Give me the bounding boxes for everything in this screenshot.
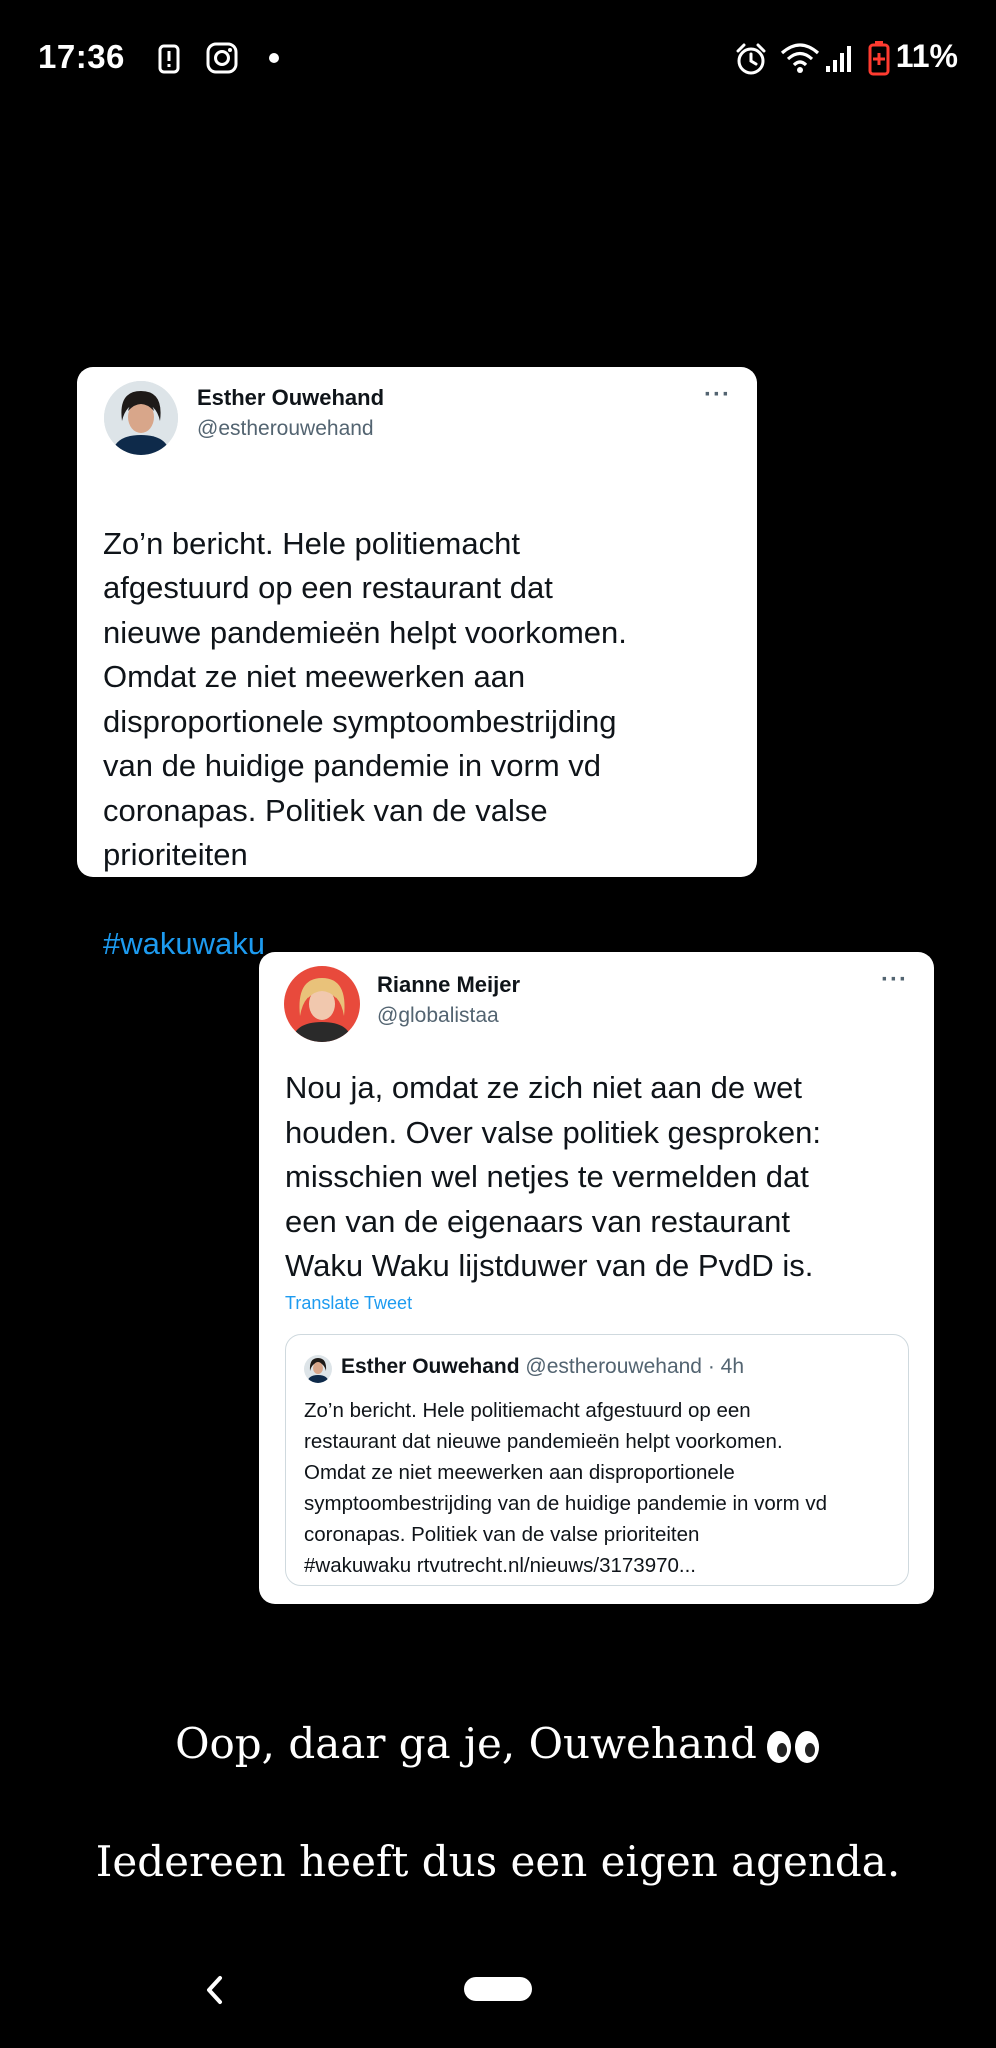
alert-icon [158,44,180,74]
more-options-icon[interactable]: ··· [704,381,731,409]
signal-icon [826,46,851,72]
tweet-card-esther[interactable]: Esther Ouwehand @estherouwehand ··· Zo’n… [77,367,757,961]
quote-display-name[interactable]: Esther Ouwehand [341,1355,520,1378]
back-icon[interactable] [200,1970,230,2010]
status-time: 17:36 [38,38,125,75]
more-options-icon[interactable]: ··· [881,966,908,994]
story-caption: Oop, daar ga je, Ouwehand Iedereen heeft… [0,1655,996,1891]
tweet-text: Zo’n bericht. Hele politiemacht afgestuu… [103,477,743,967]
quote-text: Zo’n bericht. Hele politiemacht afgestuu… [304,1399,828,1577]
status-bar: 17:36 11% [0,0,996,118]
wifi-icon [780,43,820,73]
tweet-text: Nou ja, omdat ze zich niet aan de wet ho… [285,1070,821,1283]
instagram-icon [206,42,238,74]
eyes-icon [766,1731,819,1763]
translate-tweet-link[interactable]: Translate Tweet [285,1293,412,1314]
caption-line-2: Iedereen heeft dus een eigen agenda. [95,1837,901,1886]
avatar[interactable] [304,1355,332,1383]
display-name[interactable]: Rianne Meijer [377,972,520,998]
dot-icon [269,53,279,63]
handle[interactable]: @estherouwehand [197,417,374,441]
battery-percentage: 11% [895,38,958,74]
alarm-icon [736,43,766,75]
tweet-body: Zo’n bericht. Hele politiemacht afgestuu… [103,525,627,873]
quote-header: Esther Ouwehand @estherouwehand · 4h [341,1355,744,1379]
home-pill[interactable] [464,1977,532,2001]
handle[interactable]: @globalistaa [377,1004,499,1028]
hashtag-link[interactable]: #wakuwaku [103,926,265,961]
quote-meta: @estherouwehand · 4h [525,1355,744,1378]
avatar[interactable] [284,966,360,1042]
display-name[interactable]: Esther Ouwehand [197,385,384,411]
tweet-card-rianne[interactable]: Rianne Meijer @globalistaa ··· Nou ja, o… [259,952,934,1604]
avatar[interactable] [104,381,178,455]
caption-line-1: Oop, daar ga je, Ouwehand [175,1719,757,1768]
quoted-tweet[interactable]: Esther Ouwehand @estherouwehand · 4h Zo’… [285,1334,909,1586]
battery-icon [868,41,890,76]
